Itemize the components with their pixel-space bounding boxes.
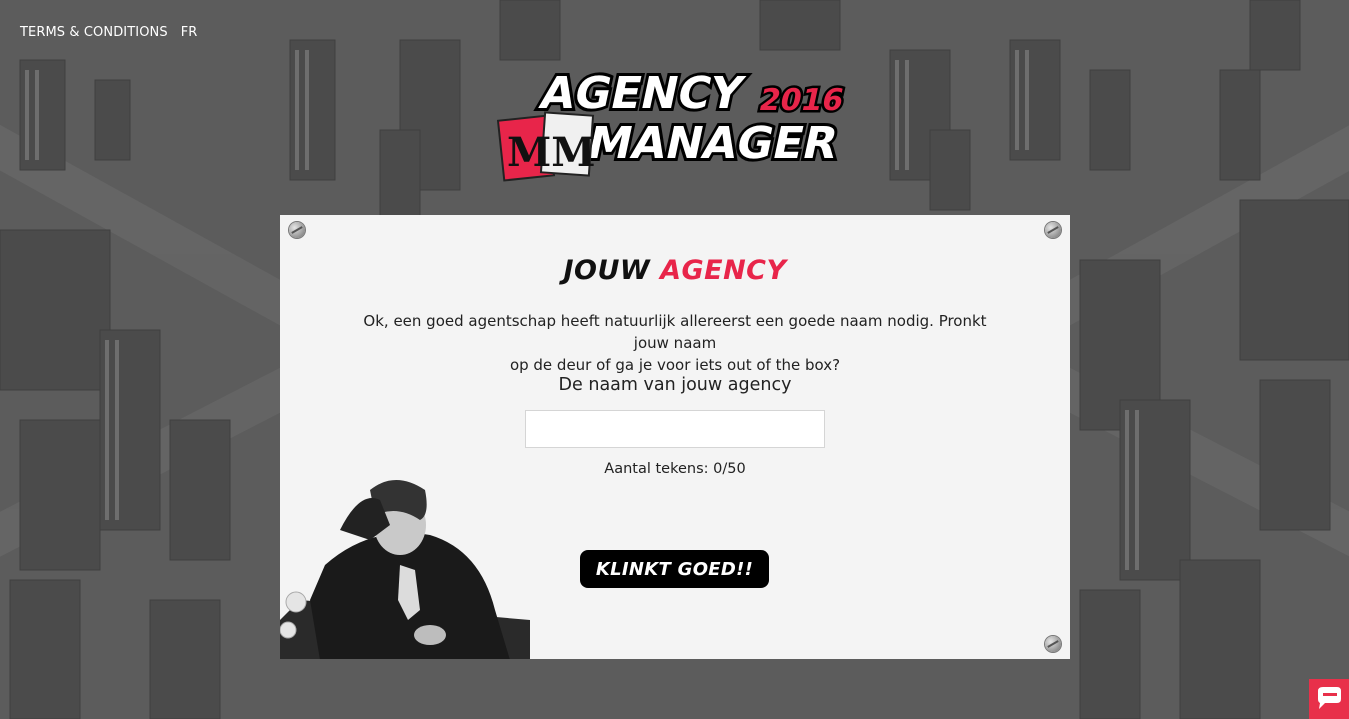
intro-text: Ok, een goed agentschap heeft natuurlijk… [360,310,990,376]
intro-line-1: Ok, een goed agentschap heeft natuurlijk… [363,312,987,352]
logo-text-year: 2016 [756,83,847,118]
panel-title-part1: JOUW [563,255,651,286]
screw-icon [1045,636,1061,652]
agency-manager-logo: AGENCY 2016 MANAGER MM [496,65,857,186]
agency-name-input[interactable] [525,410,825,448]
top-nav: TERMS & CONDITIONS FR [20,25,197,40]
character-counter-value: 0/50 [713,461,746,477]
screw-icon [289,222,305,238]
agency-name-label: De naam van jouw agency [558,375,792,395]
intro-line-2: op de deur of ga je voor iets out of the… [509,356,841,374]
character-counter-label: Aantal tekens: [604,461,714,477]
agency-name-panel: JOUW AGENCY Ok, een goed agentschap heef… [280,215,1070,659]
chat-widget-icon [1318,687,1341,709]
logo-text-manager: MANAGER [583,118,842,168]
panel-title: JOUW AGENCY [280,255,1070,286]
stressed-man-illustration [280,480,530,659]
logo-text-agency: AGENCY [536,68,749,118]
terms-link[interactable]: TERMS & CONDITIONS [20,25,168,40]
submit-name-button[interactable]: KLINKT GOED!! [580,550,769,588]
language-switch-link[interactable]: FR [181,25,198,40]
logo-badge-mm: MM [507,129,596,176]
screw-icon [1045,222,1061,238]
panel-title-part2: AGENCY [660,255,787,286]
chat-widget-button[interactable] [1309,679,1349,719]
